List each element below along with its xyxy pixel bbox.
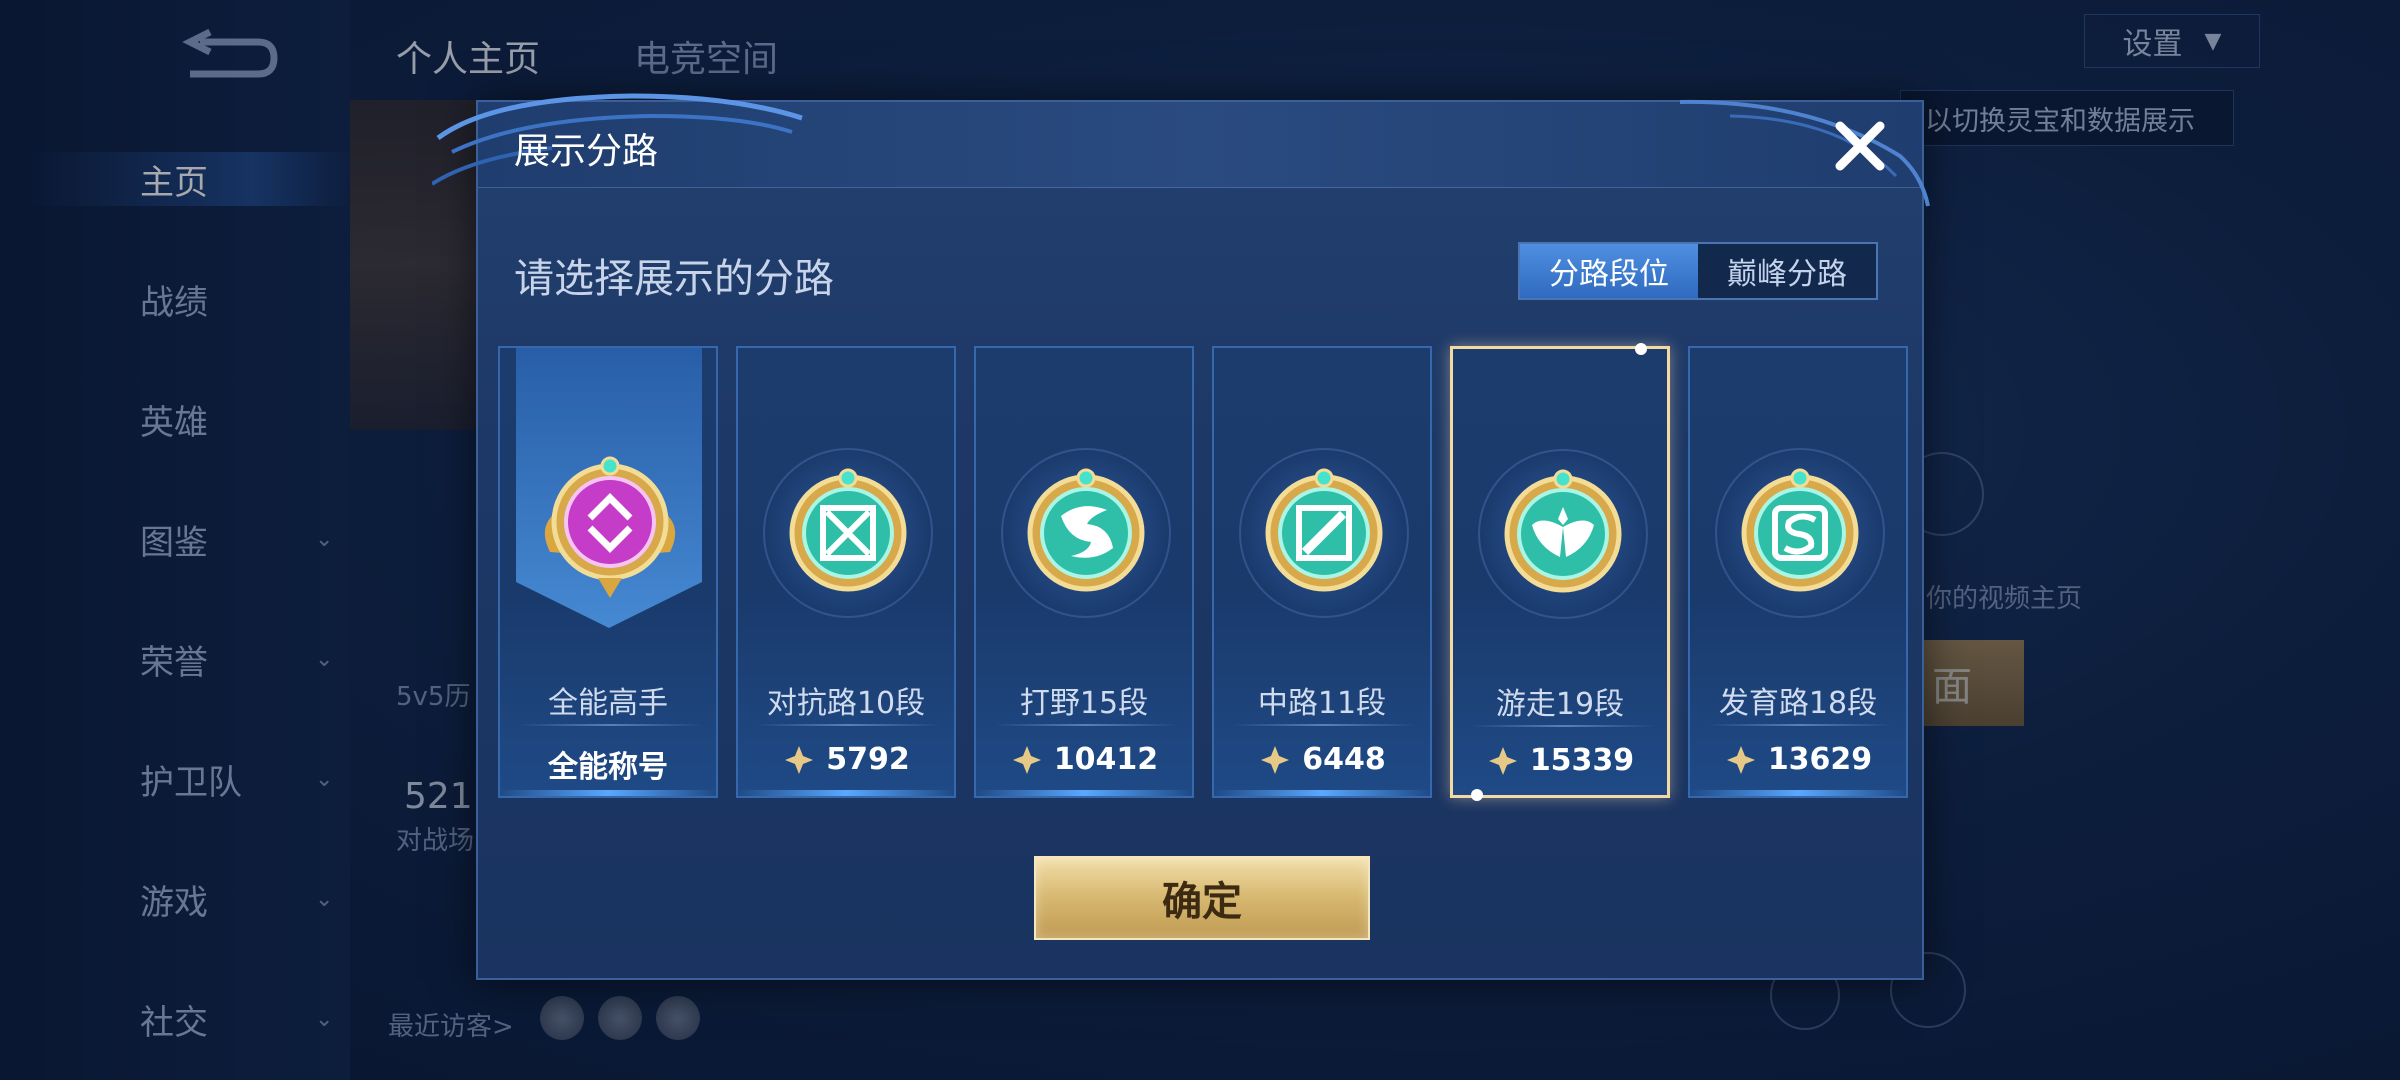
lane-card-clash[interactable]: 对抗路10段 5792	[736, 346, 956, 798]
dialog-title: 展示分路	[514, 131, 659, 172]
toggle-lane-rank[interactable]: 分路段位	[1520, 244, 1698, 298]
card-bottom-glow	[1690, 790, 1906, 796]
card-divider	[1471, 725, 1655, 727]
card-bottom-glow	[976, 790, 1192, 796]
card-divider	[994, 724, 1178, 726]
lane-name: 对抗路10段	[766, 686, 926, 721]
header-swoosh-decoration	[1679, 99, 1930, 207]
lane-score: 15339	[1453, 743, 1667, 778]
jungle-emblem-icon	[1027, 468, 1145, 592]
lane-score: 10412	[976, 742, 1192, 777]
card-divider	[1232, 724, 1416, 726]
card-bottom-glow	[1214, 790, 1430, 796]
lane-card-farm[interactable]: 发育路18段 13629	[1688, 346, 1908, 798]
lane-score-value: 6448	[1302, 742, 1386, 777]
card-divider	[1708, 724, 1892, 726]
toggle-peak-lane[interactable]: 巅峰分路	[1698, 244, 1876, 298]
card-divider	[518, 724, 702, 726]
card-divider	[756, 724, 940, 726]
lane-score-value: 5792	[826, 742, 910, 777]
mid-lane-emblem-icon	[1265, 468, 1383, 592]
lane-card-jungle[interactable]: 打野15段 10412	[974, 346, 1194, 798]
clash-lane-emblem-icon	[789, 468, 907, 592]
display-mode-toggle: 分路段位 巅峰分路	[1518, 242, 1878, 300]
lane-score: 全能称号	[500, 742, 716, 786]
lane-score: 6448	[1214, 742, 1430, 777]
dialog-subtitle: 请选择展示的分路	[514, 256, 834, 302]
lane-score: 5792	[738, 742, 954, 777]
close-icon[interactable]	[1830, 116, 1890, 176]
confirm-label: 确定	[1162, 879, 1242, 925]
confirm-button[interactable]: 确定	[1034, 856, 1370, 940]
selection-corner-dot	[1635, 343, 1647, 355]
lane-score-value: 全能称号	[548, 750, 668, 785]
lane-score-value: 15339	[1529, 743, 1635, 778]
lane-name: 全能高手	[548, 686, 668, 721]
card-bottom-glow	[500, 790, 716, 796]
lane-name: 游走19段	[1495, 687, 1625, 722]
rank-points-icon	[1261, 745, 1290, 774]
lane-score-value: 13629	[1767, 742, 1873, 777]
allround-emblem-icon	[544, 456, 676, 598]
lane-card-mid[interactable]: 中路11段 6448	[1212, 346, 1432, 798]
lane-card-roam[interactable]: 游走19段 15339	[1450, 343, 1670, 801]
lane-display-dialog: 展示分路 请选择展示的分路 分路段位 巅峰分路 全能高手 全能称号 对抗路10段…	[432, 93, 1930, 980]
lane-name: 发育路18段	[1718, 686, 1878, 721]
lane-name: 打野15段	[1019, 686, 1149, 721]
rank-points-icon	[1726, 745, 1755, 774]
lane-name: 中路11段	[1257, 686, 1387, 721]
selection-corner-dot	[1471, 789, 1483, 801]
rank-points-icon	[785, 745, 814, 774]
lane-card-allround[interactable]: 全能高手 全能称号	[498, 346, 718, 798]
lane-card-list: 全能高手 全能称号 对抗路10段 5792 打野15段 10412 中路11段 …	[498, 343, 1908, 801]
lane-score: 13629	[1690, 742, 1906, 777]
farm-lane-emblem-icon	[1741, 468, 1859, 592]
rank-points-icon	[1012, 745, 1041, 774]
card-bottom-glow	[738, 790, 954, 796]
lane-score-value: 10412	[1053, 742, 1159, 777]
roam-emblem-icon	[1504, 469, 1622, 593]
rank-points-icon	[1488, 746, 1517, 775]
